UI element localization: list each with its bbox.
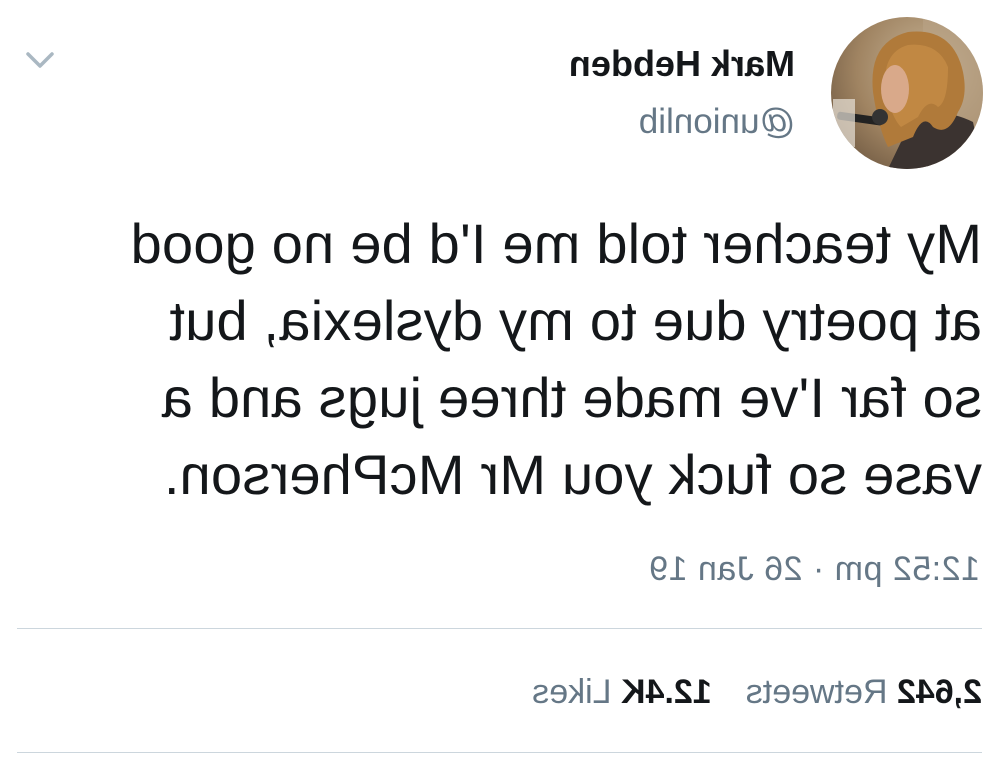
author-block[interactable]: Mark Hebden @unionlib [569,43,795,142]
profile-photo-icon [831,17,983,169]
author-display-name[interactable]: Mark Hebden [569,43,795,84]
tweet-detail-view: Mark Hebden @unionlib My teacher told me… [0,0,1000,759]
tweet-stats: 2,642 Retweets 12.4K Likes [532,670,982,714]
divider [17,628,982,629]
author-handle[interactable]: @unionlib [569,102,795,142]
tweet-timestamp[interactable]: 12:52 pm · 26 Jan 19 [649,549,980,589]
tweet-text-line: My teacher told me I'd be no good [130,212,982,275]
chevron-down-icon[interactable] [20,44,60,74]
tweet-text-line: vase so fuck you Mr McPherson. [163,443,982,506]
likes-count: 12.4K [620,673,712,711]
retweets-stat[interactable]: 2,642 Retweets [746,673,982,711]
retweets-label: Retweets [745,673,888,711]
likes-label: Likes [532,673,612,711]
likes-stat[interactable]: 12.4K Likes [532,673,712,711]
retweets-count: 2,642 [896,673,982,711]
tweet-text: My teacher told me I'd be no good at poe… [42,205,982,513]
tweet-text-line: so far I've made three jugs and a [161,366,982,429]
divider [17,752,982,753]
tweet-text-line: at poetry due to my dyslexia, but [169,289,982,352]
avatar[interactable] [831,17,983,169]
